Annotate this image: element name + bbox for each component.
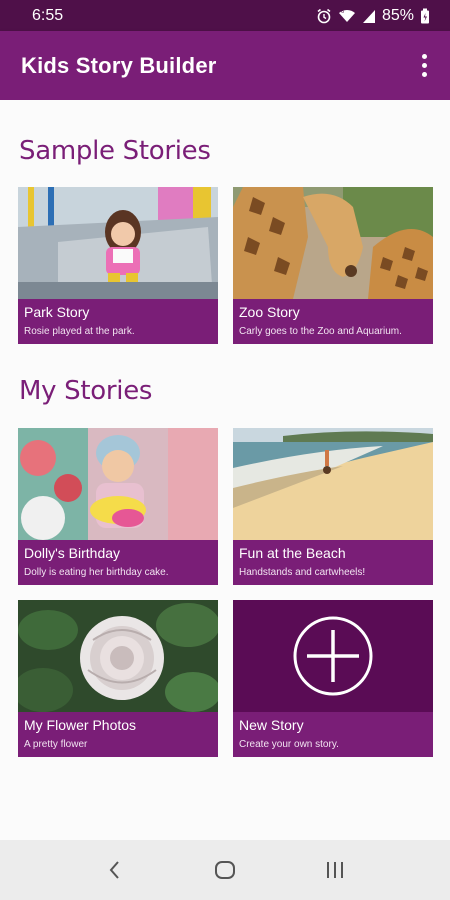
- app-bar: Kids Story Builder: [0, 31, 450, 100]
- home-icon[interactable]: [205, 850, 245, 890]
- section-title-my-stories: My Stories: [19, 376, 153, 406]
- story-card-park[interactable]: Park Story Rosie played at the park.: [18, 187, 218, 344]
- svg-text:6: 6: [341, 9, 344, 15]
- card-title: My Flower Photos: [24, 717, 137, 733]
- battery-icon: [420, 8, 430, 24]
- new-story-card[interactable]: New Story Create your own story.: [233, 600, 433, 757]
- card-title: Zoo Story: [239, 304, 300, 320]
- zoo-story-image: [233, 187, 433, 299]
- more-vert-icon[interactable]: [412, 50, 436, 82]
- alarm-icon: [316, 8, 332, 24]
- story-card-my-flower-photos[interactable]: My Flower Photos A pretty flower: [18, 600, 218, 757]
- card-description: Handstands and cartwheels!: [239, 567, 366, 578]
- add-circle-icon: [293, 616, 373, 696]
- card-description: Carly goes to the Zoo and Aquarium.: [239, 326, 402, 337]
- app-title: Kids Story Builder: [21, 52, 217, 78]
- park-story-image: [18, 187, 218, 299]
- card-title: Fun at the Beach: [239, 545, 346, 561]
- fun-at-the-beach-image: [233, 428, 433, 540]
- status-bar: 6:55 6 85%: [0, 0, 450, 31]
- card-title: Dolly's Birthday: [24, 545, 121, 561]
- recents-icon[interactable]: [315, 850, 355, 890]
- card-description: Create your own story.: [239, 739, 339, 750]
- battery-percent: 85%: [381, 6, 414, 24]
- card-description: Rosie played at the park.: [24, 326, 135, 337]
- story-card-fun-at-the-beach[interactable]: Fun at the Beach Handstands and cartwhee…: [233, 428, 433, 585]
- story-card-dollys-birthday[interactable]: Dolly's Birthday Dolly is eating her bir…: [18, 428, 218, 585]
- new-story-thumb: [233, 600, 433, 712]
- status-icons: 6 85%: [316, 7, 430, 25]
- section-title-sample-stories: Sample Stories: [19, 136, 211, 166]
- story-card-zoo[interactable]: Zoo Story Carly goes to the Zoo and Aqua…: [233, 187, 433, 344]
- back-icon[interactable]: [95, 850, 135, 890]
- card-title: New Story: [239, 717, 304, 733]
- card-description: Dolly is eating her birthday cake.: [24, 567, 169, 578]
- system-nav-bar: [0, 840, 450, 900]
- dollys-birthday-image: [18, 428, 218, 540]
- signal-icon: [362, 8, 376, 24]
- card-description: A pretty flower: [24, 739, 88, 750]
- status-time: 6:55: [32, 6, 64, 24]
- wifi-icon: 6: [338, 8, 356, 24]
- card-title: Park Story: [24, 304, 90, 320]
- content-area: Sample Stories Park Story Rosie played a…: [0, 100, 450, 840]
- my-flower-photos-image: [18, 600, 218, 712]
